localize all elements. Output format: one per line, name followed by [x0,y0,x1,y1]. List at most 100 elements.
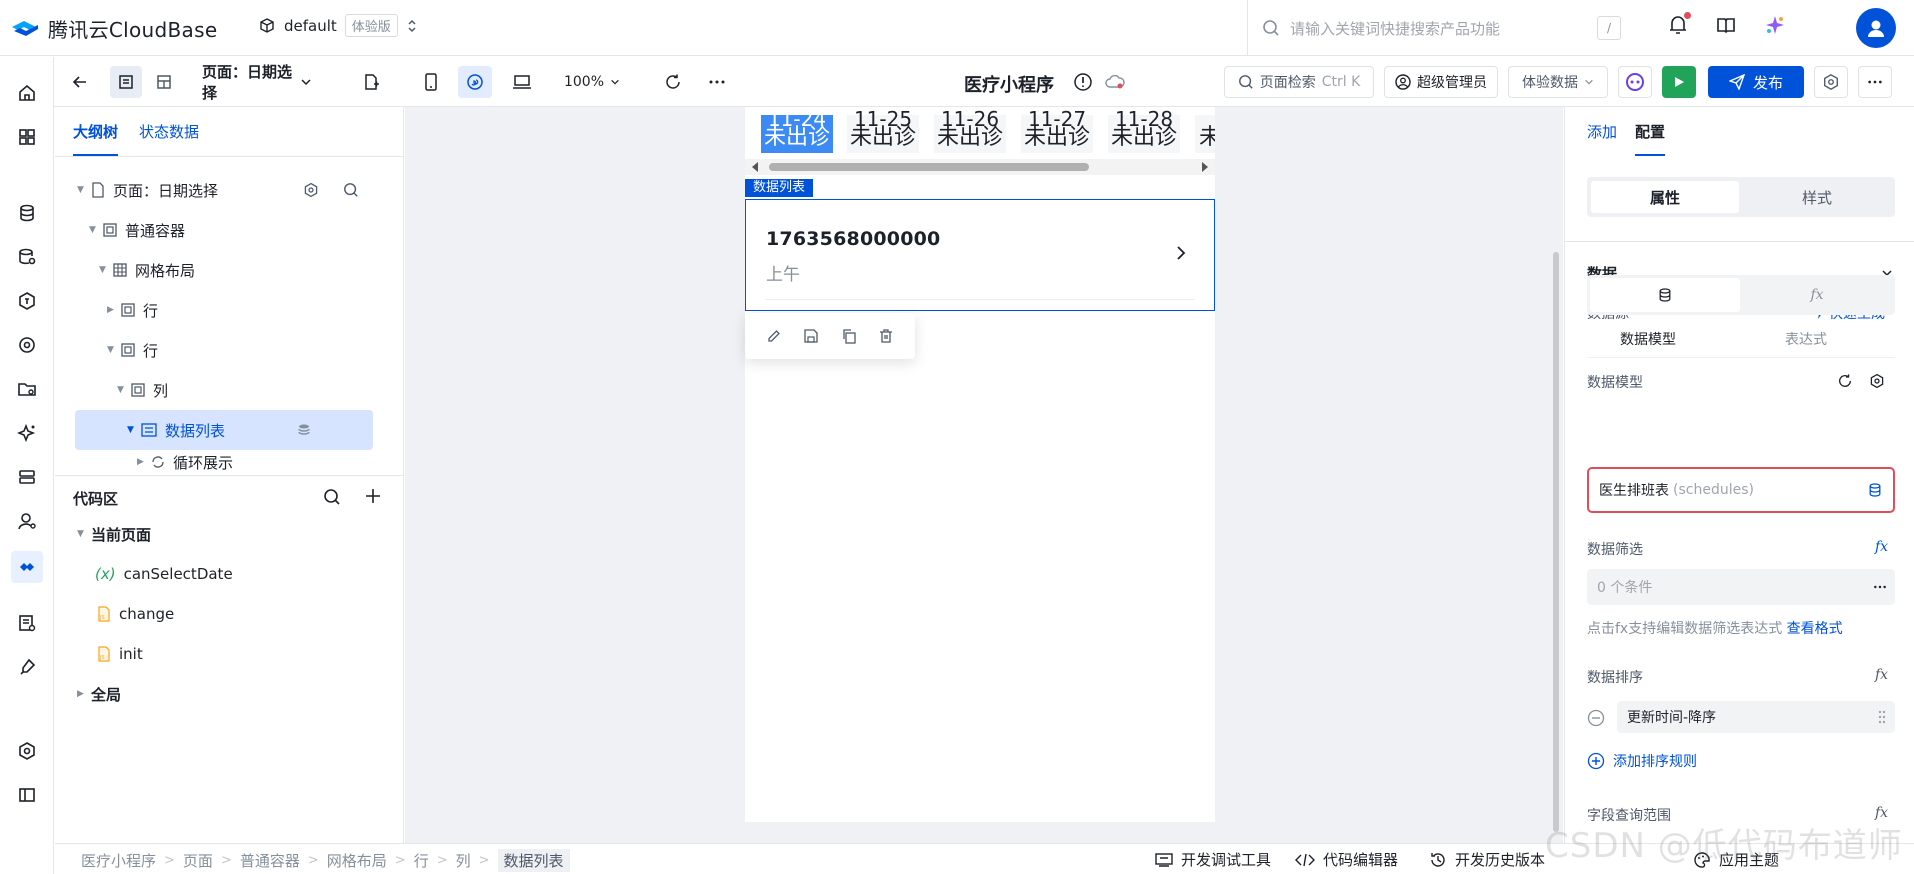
code-editor-button[interactable]: 代码编辑器 [1295,849,1398,870]
sort-rule[interactable]: 更新时间-降序 [1617,701,1895,733]
publish-button[interactable]: 发布 [1708,66,1804,98]
breadcrumb-item[interactable]: 行 [414,850,429,871]
data-mode-select[interactable]: 体验数据 [1508,66,1608,98]
scrollbar-thumb[interactable] [769,163,1089,171]
date-chip[interactable]: 11-24 未出诊 [761,107,833,153]
dev-tools-button[interactable]: 开发调试工具 [1155,849,1271,870]
tree-node-data-list[interactable]: ▼ 数据列表 [75,410,373,450]
search-icon[interactable] [343,182,359,198]
zoom-selector[interactable]: 100% [562,66,622,98]
ai-sparkle-icon[interactable] [1764,14,1786,36]
run-preview-button[interactable] [1662,66,1696,98]
assistant-icon[interactable] [1618,66,1652,98]
brand[interactable]: 腾讯云CloudBase [10,14,217,43]
ai-icon[interactable] [11,417,43,449]
more-icon[interactable] [702,66,732,98]
more-menu-icon[interactable] [1858,66,1892,98]
date-chip[interactable]: 11-26 未出诊 [934,107,1006,153]
drag-handle-icon[interactable] [1877,709,1887,725]
tree-node-container[interactable]: ▼ 普通容器 [89,210,185,250]
edit-icon[interactable] [766,328,782,344]
back-arrow-icon[interactable] [66,66,94,98]
code-item-change[interactable]: JS change [97,594,174,634]
data-model-select[interactable]: 医生排班表 (schedules) [1587,467,1895,513]
tab-outline-tree[interactable]: 大纲树 [73,121,119,156]
code-item-init[interactable]: JS init [97,634,143,674]
caret-down-icon[interactable]: ▼ [89,225,103,235]
tree-node-column[interactable]: ▼ 列 [117,370,168,410]
chevron-updown-icon[interactable] [406,18,418,34]
data-model-icon[interactable] [11,241,43,273]
search-icon[interactable] [323,488,341,506]
desktop-preview-icon[interactable] [506,66,538,98]
horizontal-scrollbar[interactable] [745,159,1215,175]
breadcrumb-current[interactable]: 数据列表 [497,849,570,872]
date-chip[interactable]: 11-25 未出诊 [847,107,919,153]
info-icon[interactable] [1070,66,1096,98]
apps-grid-icon[interactable] [11,121,43,153]
avatar[interactable] [1856,8,1896,48]
miniprogram-preview-icon[interactable] [458,66,492,98]
tab-properties[interactable]: 属性 [1591,181,1739,213]
function-icon[interactable] [11,285,43,317]
date-strip[interactable]: 11-24 未出诊 11-25 未出诊 11-26 未出诊 11-27 未出诊 … [745,107,1215,159]
fx-icon[interactable]: fx [1875,667,1888,683]
tree-node-page[interactable]: ▼ 页面：日期选择 [77,170,377,210]
copy-icon[interactable] [841,328,857,344]
outline-view-button[interactable] [110,66,142,98]
storage-icon[interactable] [11,373,43,405]
extension-icon[interactable] [11,651,43,683]
caret-right-icon[interactable]: ▶ [77,689,91,699]
plus-icon[interactable] [365,488,381,504]
source-expression[interactable]: fx [1742,278,1892,312]
caret-down-icon[interactable]: ▼ [77,529,91,539]
remove-circle-icon[interactable] [1587,709,1605,727]
book-icon[interactable] [1716,15,1736,35]
view-format-link[interactable]: 查看格式 [1787,621,1843,637]
caret-down-icon[interactable]: ▼ [99,265,113,275]
add-sort-rule-button[interactable]: 添加排序规则 [1587,751,1697,771]
mobile-preview-icon[interactable] [416,66,446,98]
page-search-button[interactable]: 页面检索 Ctrl K [1224,66,1374,98]
admin-button[interactable]: 超级管理员 [1384,66,1498,98]
breadcrumb-item[interactable]: 列 [456,850,471,871]
logs-icon[interactable] [11,607,43,639]
env-switcher[interactable]: default 体验版 [258,14,418,37]
scroll-left-icon[interactable] [751,162,759,172]
add-page-icon[interactable] [356,66,386,98]
cloud-run-icon[interactable] [11,329,43,361]
breadcrumb-item[interactable]: 页面 [183,850,213,871]
layout-view-button[interactable] [148,66,180,98]
hosting-icon[interactable] [11,461,43,493]
history-button[interactable]: 开发历史版本 [1429,849,1545,870]
settings-icon[interactable] [303,182,319,198]
breadcrumb-item[interactable]: 普通容器 [240,850,300,871]
code-current-page[interactable]: ▼ 当前页面 [77,514,151,554]
more-icon[interactable] [1873,585,1887,589]
global-search[interactable]: 请输入关键词快捷搜索产品功能 / [1247,0,1647,56]
user-auth-icon[interactable] [11,505,43,537]
settings-hex-icon[interactable] [11,735,43,767]
code-item-canSelectDate[interactable]: (x) canSelectDate [95,554,233,594]
collapse-sidebar-icon[interactable] [11,779,43,811]
refresh-icon[interactable] [658,66,688,98]
save-icon[interactable] [803,328,819,344]
delete-icon[interactable] [878,328,894,344]
scroll-right-icon[interactable] [1201,162,1209,172]
caret-down-icon[interactable]: ▼ [77,185,91,195]
tab-style[interactable]: 样式 [1743,181,1891,213]
date-chip[interactable]: 未 [1195,115,1215,153]
page-selector[interactable]: 页面：日期选择 [202,63,312,102]
code-global[interactable]: ▶ 全局 [77,674,121,714]
caret-right-icon[interactable]: ▶ [107,305,121,315]
filter-input[interactable]: 0 个条件 [1587,569,1895,605]
tab-state-data[interactable]: 状态数据 [139,121,199,142]
vertical-scrollbar[interactable] [1553,252,1559,832]
caret-down-icon[interactable]: ▼ [127,425,141,435]
fx-icon[interactable]: fx [1875,539,1888,555]
tab-add[interactable]: 添加 [1587,121,1617,142]
caret-right-icon[interactable]: ▶ [137,457,151,467]
tree-node-row-2[interactable]: ▼ 行 [107,330,158,370]
tree-node-row-1[interactable]: ▶ 行 [107,290,158,330]
database-icon[interactable] [11,197,43,229]
